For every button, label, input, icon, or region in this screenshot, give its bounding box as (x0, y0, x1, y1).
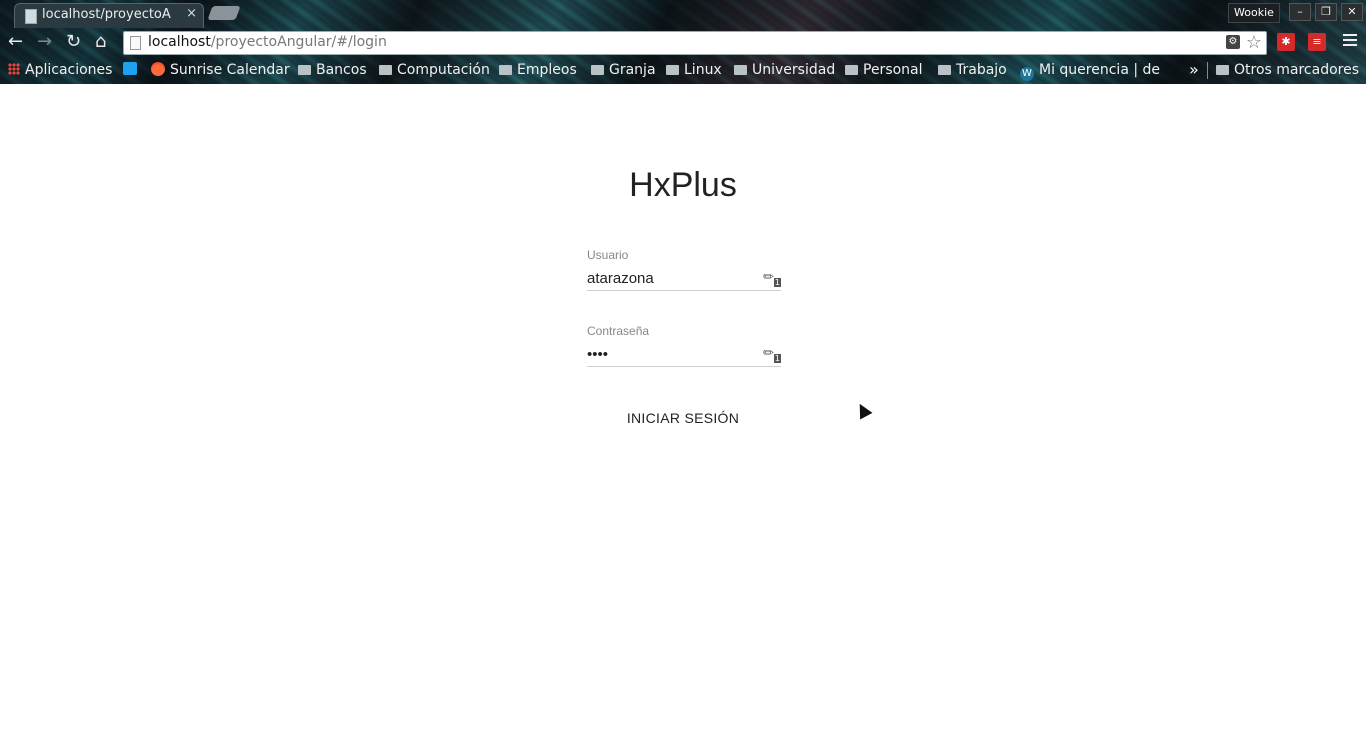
password-label: Contraseña (587, 324, 650, 338)
bookmark-folder-linux[interactable]: Linux (666, 62, 722, 78)
minimize-button[interactable]: – (1289, 3, 1311, 21)
menu-icon[interactable] (1343, 34, 1357, 48)
page-icon (130, 36, 141, 50)
forward-arrow-icon[interactable]: → (37, 33, 52, 51)
folder-icon (845, 65, 858, 75)
bookmark-star-icon[interactable]: ☆ (1246, 32, 1262, 53)
bookmark-twitter[interactable] (123, 62, 137, 78)
folder-icon (938, 65, 951, 75)
folder-icon (734, 65, 747, 75)
reload-icon[interactable]: ↻ (66, 33, 81, 51)
password-manager-key-icon[interactable]: ✏1 (763, 270, 781, 287)
username-value: atarazona (587, 270, 654, 287)
bookmark-folder-personal[interactable]: Personal (845, 62, 923, 78)
bookmark-folder-trabajo[interactable]: Trabajo (938, 62, 1007, 78)
maximize-button[interactable]: ❐ (1315, 3, 1337, 21)
folder-icon (1216, 65, 1229, 75)
browser-tab[interactable]: localhost/proyectoA × (14, 3, 204, 28)
wordpress-icon: W (1020, 67, 1034, 81)
url-text[interactable]: localhost/proyectoAngular/#/login (148, 34, 387, 50)
apps-icon (8, 63, 20, 75)
back-arrow-icon[interactable]: ← (8, 33, 23, 51)
page-icon (25, 9, 37, 24)
browser-chrome: localhost/proyectoA × Wookie – ❐ ✕ ← → ↻… (0, 0, 1366, 84)
more-bookmarks-chevron-icon[interactable]: » (1189, 60, 1199, 79)
bookmarks-separator (1207, 62, 1208, 79)
tab-close-icon[interactable]: × (186, 6, 197, 21)
bookmark-folder-otros[interactable]: Otros marcadores (1216, 62, 1359, 78)
bookmark-mi-querencia[interactable]: W Mi querencia | de (1020, 62, 1160, 81)
close-window-button[interactable]: ✕ (1341, 3, 1363, 21)
page-title: HxPlus (629, 166, 737, 204)
sunrise-icon (151, 62, 165, 76)
bookmark-folder-computacion[interactable]: Computación (379, 62, 490, 78)
password-value: •••• (587, 346, 609, 363)
address-bar[interactable]: localhost/proyectoAngular/#/login ⚙ ☆ (123, 31, 1267, 55)
password-manager-key-icon[interactable]: ✏1 (763, 346, 781, 363)
username-input[interactable]: atarazona ✏1 (587, 268, 781, 291)
twitter-icon (123, 62, 137, 75)
login-button[interactable]: INICIAR SESIÓN (0, 410, 1366, 426)
tab-title: localhost/proyectoA (42, 7, 171, 22)
password-field[interactable]: Contraseña •••• ✏1 (587, 324, 781, 367)
extension-icon[interactable]: ✱ (1277, 33, 1295, 51)
username-label: Usuario (587, 248, 629, 262)
bookmark-apps[interactable]: Aplicaciones (8, 62, 112, 78)
bookmark-folder-bancos[interactable]: Bancos (298, 62, 367, 78)
new-tab-button[interactable] (207, 6, 241, 20)
bookmark-folder-granja[interactable]: Granja (591, 62, 656, 78)
username-field[interactable]: Usuario atarazona ✏1 (587, 248, 781, 291)
bookmarks-bar: Aplicaciones Sunrise Calendar Bancos Com… (0, 59, 1366, 83)
folder-icon (666, 65, 679, 75)
folder-icon (499, 65, 512, 75)
bookmark-sunrise-calendar[interactable]: Sunrise Calendar (151, 62, 290, 78)
bookmark-folder-empleos[interactable]: Empleos (499, 62, 577, 78)
developer-tools-icon[interactable]: ⚙ (1226, 35, 1240, 49)
profile-badge[interactable]: Wookie (1228, 3, 1280, 23)
password-input[interactable]: •••• ✏1 (587, 344, 781, 367)
folder-icon (379, 65, 392, 75)
home-icon[interactable]: ⌂ (95, 33, 106, 51)
login-page: HxPlus Usuario atarazona ✏1 Contraseña •… (0, 84, 1366, 741)
folder-icon (591, 65, 604, 75)
todoist-extension-icon[interactable]: ≡ (1308, 33, 1326, 51)
folder-icon (298, 65, 311, 75)
bookmark-folder-universidad[interactable]: Universidad (734, 62, 835, 78)
